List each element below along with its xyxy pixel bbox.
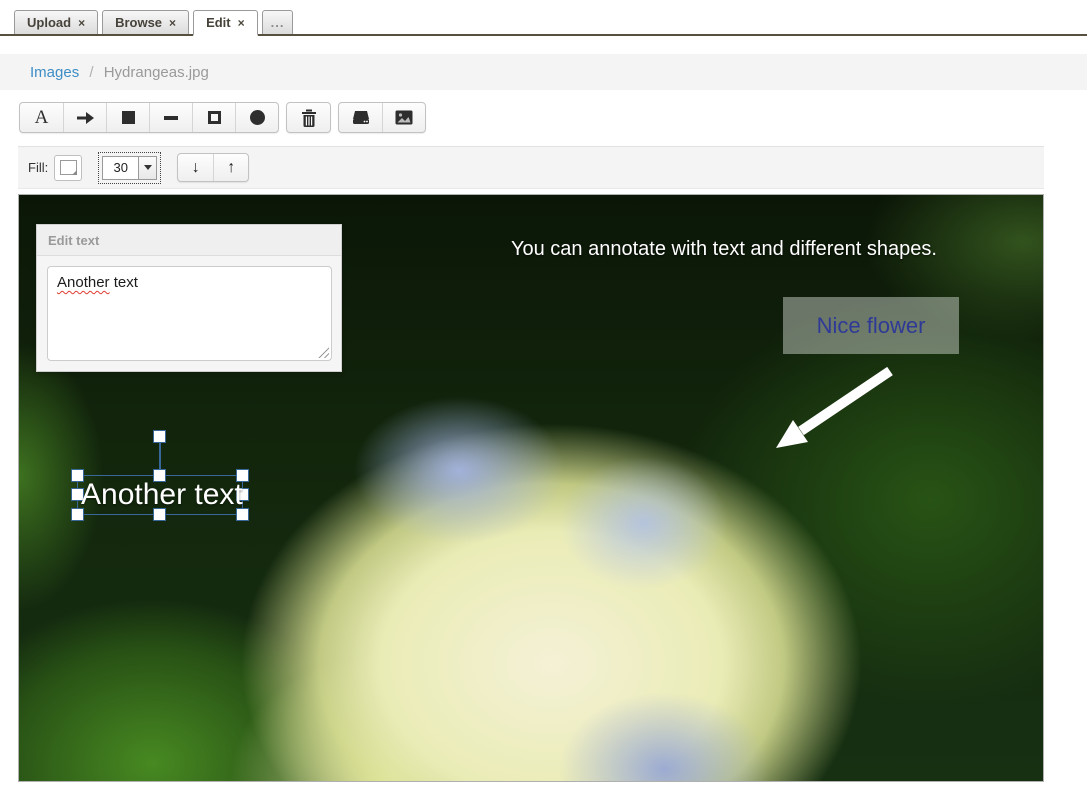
text-rest: text [110,274,138,291]
outline-square-icon [208,111,221,124]
image-icon [395,110,413,125]
fill-label: Fill: [28,160,48,175]
trash-icon [301,109,317,127]
line-tool-button[interactable] [149,103,192,132]
line-icon [164,116,178,120]
delete-button[interactable] [287,103,330,132]
breadcrumb-link-images[interactable]: Images [30,64,79,81]
arrow-icon [76,111,94,125]
tab-upload-label: Upload [27,15,71,30]
selected-text-annotation[interactable]: Another text [77,475,243,515]
tab-edit-close-icon[interactable]: × [238,17,245,29]
tab-browse[interactable]: Browse × [102,10,189,34]
arrow-down-icon: ↓ [192,159,200,177]
fill-toolbar: Fill: 30 ↓ ↑ [18,146,1044,189]
breadcrumb-bar: Images / Hydrangeas.jpg [0,54,1087,90]
filled-circle-icon [250,110,265,125]
misspelled-word: Another [57,274,110,291]
rect-outline-tool-button[interactable] [192,103,235,132]
layer-order-group: ↓ ↑ [177,153,249,182]
shape-toolbar: A [19,102,1087,133]
fill-color-button[interactable] [54,155,82,181]
file-actions-group [338,102,426,133]
tab-bar: Upload × Browse × Edit × ... [0,0,1087,36]
font-size-value: 30 [102,156,138,180]
annotation-text-input[interactable]: Another text [47,266,332,361]
breadcrumb-separator: / [83,64,99,81]
arrow-tool-button[interactable] [63,103,106,132]
text-tool-icon: A [35,107,49,129]
breadcrumb-current-file: Hydrangeas.jpg [104,64,209,81]
filled-square-icon [122,111,135,124]
tab-edit[interactable]: Edit × [193,10,258,36]
edit-text-panel-body: Another text [37,256,341,371]
selected-text: Another text [81,474,243,516]
move-down-button[interactable]: ↓ [178,154,213,181]
fill-color-swatch [60,160,77,175]
arrow-annotation[interactable] [764,363,904,463]
rotation-handle[interactable] [153,430,166,443]
filled-rect-tool-button[interactable] [106,103,149,132]
tab-upload[interactable]: Upload × [14,10,98,34]
move-up-button[interactable]: ↑ [213,154,248,181]
tab-browse-close-icon[interactable]: × [169,17,176,29]
font-size-select[interactable]: 30 [98,152,161,184]
tab-browse-label: Browse [115,15,162,30]
save-button[interactable] [339,103,382,132]
edit-text-panel: Edit text Another text [36,224,342,372]
tab-overflow[interactable]: ... [262,10,294,34]
image-canvas[interactable]: You can annotate with text and different… [18,194,1044,782]
tab-upload-close-icon[interactable]: × [78,17,85,29]
font-size-caret-icon[interactable] [138,156,157,180]
disk-drive-icon [352,110,370,126]
textarea-resize-grip[interactable] [318,347,329,358]
tab-edit-label: Edit [206,15,231,30]
shape-tools-group: A [19,102,279,133]
arrow-up-icon: ↑ [227,159,235,177]
circle-tool-button[interactable] [235,103,278,132]
text-tool-button[interactable]: A [20,103,63,132]
delete-group [286,102,331,133]
image-button[interactable] [382,103,425,132]
edit-text-panel-title: Edit text [37,225,341,256]
nice-flower-label[interactable]: Nice flower [783,297,959,354]
breadcrumb: Images / Hydrangeas.jpg [0,64,209,81]
caption-annotation[interactable]: You can annotate with text and different… [511,238,937,261]
